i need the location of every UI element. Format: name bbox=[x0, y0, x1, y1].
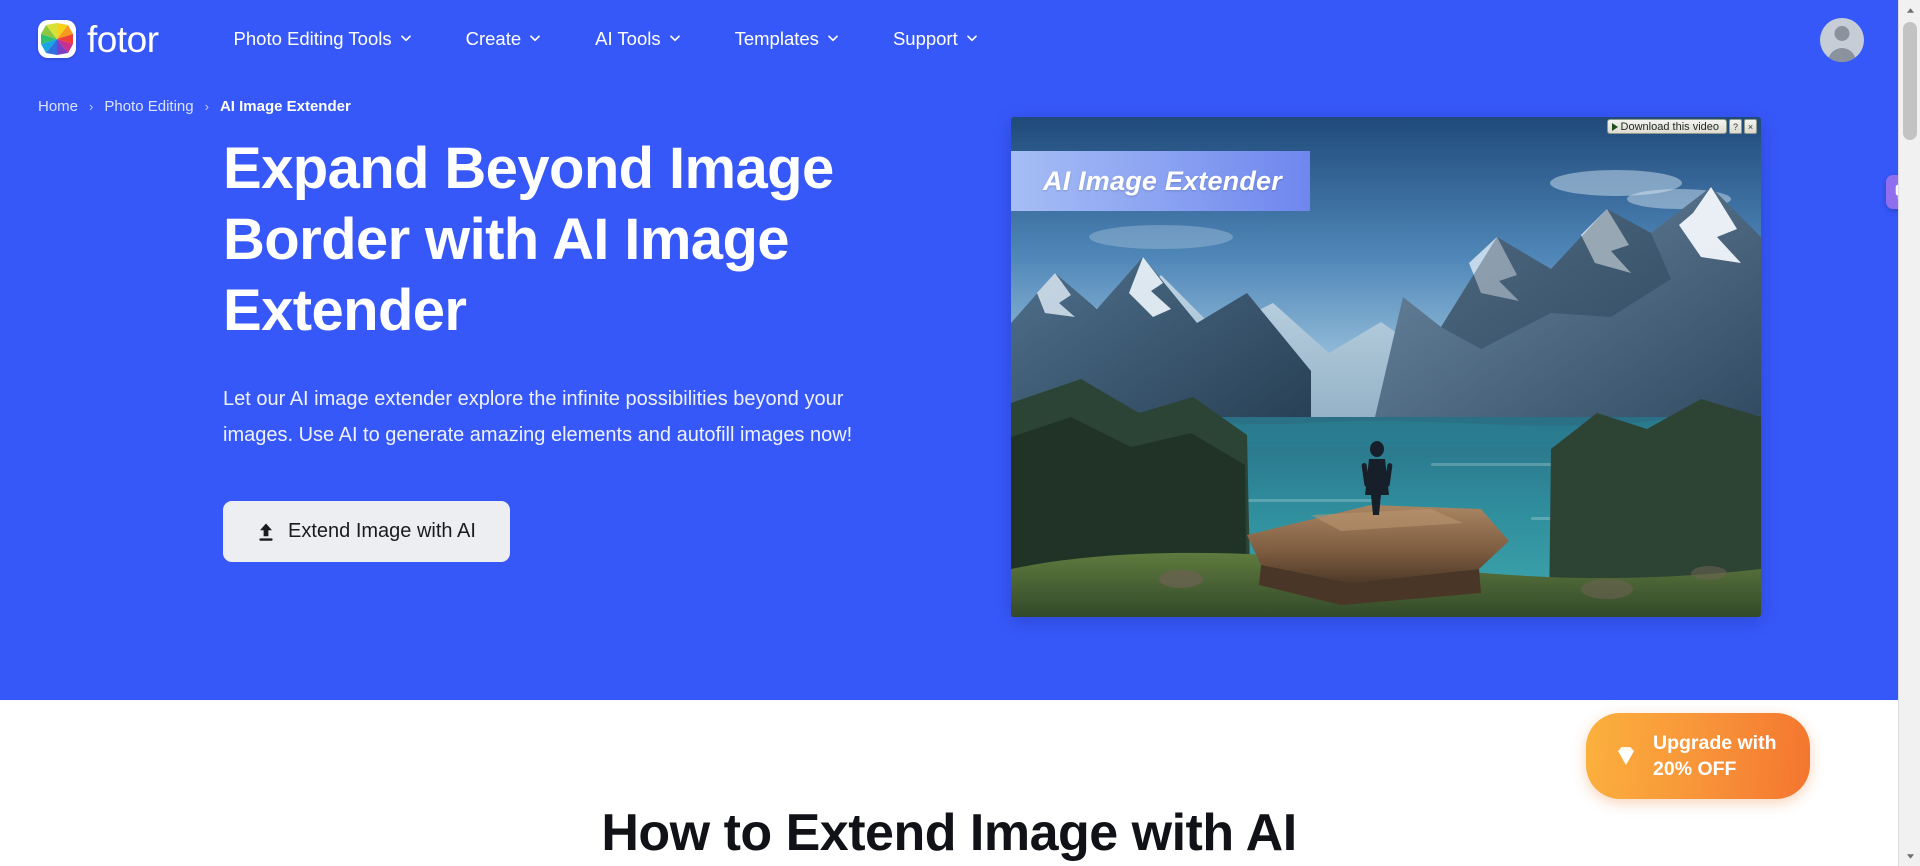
nav-item-support[interactable]: Support bbox=[866, 18, 1005, 60]
hero-copy: Expand Beyond Image Border with AI Image… bbox=[223, 133, 933, 562]
avatar-head bbox=[1834, 26, 1850, 41]
download-video-label: Download this video bbox=[1620, 120, 1719, 133]
page-root: fotor Photo Editing Tools Create AI Tool… bbox=[0, 0, 1920, 866]
upgrade-promo-button[interactable]: Upgrade with 20% OFF bbox=[1586, 713, 1810, 799]
chevron-down-icon bbox=[827, 32, 839, 44]
upgrade-promo-label: Upgrade with 20% OFF bbox=[1653, 730, 1777, 782]
nav-item-create[interactable]: Create bbox=[439, 18, 569, 60]
nav-item-label: Templates bbox=[734, 28, 819, 49]
nav-item-label: Create bbox=[465, 28, 522, 49]
play-triangle-icon bbox=[1611, 122, 1618, 131]
brand-name: fotor bbox=[87, 18, 159, 60]
upgrade-promo-line1: Upgrade with bbox=[1653, 732, 1777, 754]
hero-section: fotor Photo Editing Tools Create AI Tool… bbox=[0, 0, 1898, 700]
chevron-down-icon bbox=[966, 32, 978, 44]
breadcrumb-separator-icon: › bbox=[204, 99, 209, 114]
scrollbar-thumb[interactable] bbox=[1903, 22, 1917, 140]
chevron-down-icon bbox=[400, 32, 412, 44]
hero-video-overlay-label: AI Image Extender bbox=[1011, 151, 1310, 211]
nav-item-label: Photo Editing Tools bbox=[233, 28, 392, 49]
brand-logo[interactable]: fotor bbox=[38, 20, 159, 58]
hero-video-overlay-text: AI Image Extender bbox=[1043, 165, 1282, 196]
breadcrumb-item-photo-editing[interactable]: Photo Editing bbox=[104, 98, 193, 115]
section-heading: How to Extend Image with AI bbox=[601, 804, 1297, 862]
breadcrumb-item-current: AI Image Extender bbox=[219, 98, 351, 115]
fotor-colorwheel-logo-icon bbox=[38, 20, 76, 58]
page-scrollbar[interactable] bbox=[1898, 0, 1920, 866]
nav-item-label: Support bbox=[892, 28, 958, 49]
cta-label: Extend Image with AI bbox=[288, 520, 476, 542]
extend-image-with-ai-button[interactable]: Extend Image with AI bbox=[223, 501, 510, 562]
nav-item-label: AI Tools bbox=[595, 28, 661, 49]
download-widget-help-button[interactable]: ? bbox=[1729, 119, 1742, 134]
navbar: fotor Photo Editing Tools Create AI Tool… bbox=[0, 0, 1898, 78]
upgrade-promo-line2: 20% OFF bbox=[1653, 758, 1737, 780]
breadcrumb: Home › Photo Editing › AI Image Extender bbox=[38, 98, 351, 115]
breadcrumb-item-home[interactable]: Home bbox=[38, 98, 78, 115]
chevron-down-icon bbox=[529, 32, 541, 44]
download-video-widget[interactable]: Download this video ? × bbox=[1606, 119, 1757, 134]
page-title: Expand Beyond Image Border with AI Image… bbox=[223, 136, 834, 343]
nav-item-ai-tools[interactable]: AI Tools bbox=[568, 18, 707, 60]
breadcrumb-separator-icon: › bbox=[89, 99, 94, 114]
upload-arrow-icon bbox=[257, 522, 275, 542]
avatar-body bbox=[1828, 48, 1856, 62]
download-this-video-button[interactable]: Download this video bbox=[1606, 119, 1727, 134]
scroll-down-arrow-icon[interactable] bbox=[1899, 846, 1920, 866]
chevron-down-icon bbox=[669, 32, 681, 44]
hero-subtitle: Let our AI image extender explore the in… bbox=[223, 388, 853, 446]
user-avatar-icon[interactable] bbox=[1820, 18, 1864, 62]
nav-items: Photo Editing Tools Create AI Tools Temp… bbox=[207, 18, 1005, 60]
hero-video[interactable]: AI Image Extender Download this video ? … bbox=[1011, 117, 1761, 617]
nav-item-photo-editing-tools[interactable]: Photo Editing Tools bbox=[207, 18, 439, 60]
diamond-icon bbox=[1612, 742, 1640, 770]
scroll-up-arrow-icon[interactable] bbox=[1899, 0, 1920, 20]
download-widget-close-button[interactable]: × bbox=[1744, 119, 1757, 134]
nav-item-templates[interactable]: Templates bbox=[708, 18, 866, 60]
